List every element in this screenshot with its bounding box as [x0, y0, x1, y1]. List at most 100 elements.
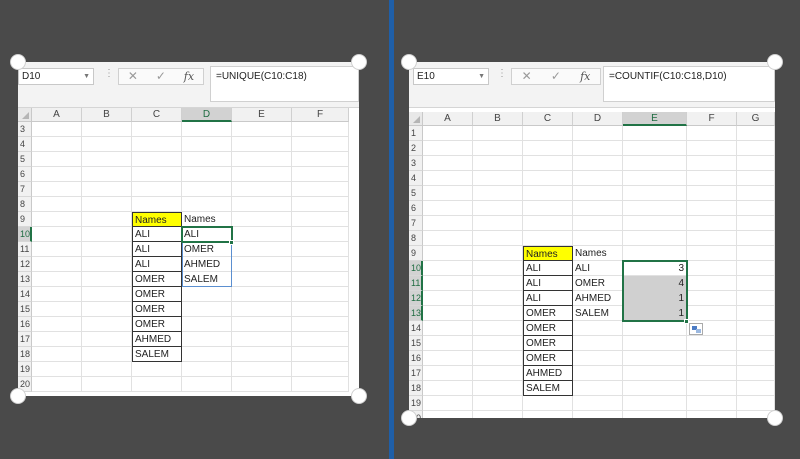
row-header-4[interactable]: 4 — [18, 137, 32, 152]
name-box[interactable]: D10 ▼ — [18, 68, 94, 85]
resize-handle-top-left[interactable] — [10, 54, 26, 70]
column-header-F[interactable]: F — [687, 112, 737, 126]
more-options-icon[interactable]: ⋮ — [497, 68, 507, 79]
resize-handle-bottom-right[interactable] — [351, 388, 367, 404]
unique-header-cell[interactable]: Names — [182, 212, 232, 227]
select-all-corner[interactable] — [18, 108, 32, 122]
row-header-3[interactable]: 3 — [409, 156, 423, 171]
source-name-cell[interactable]: OMER — [132, 317, 182, 332]
row-header-16[interactable]: 16 — [409, 351, 423, 366]
row-header-13[interactable]: 13 — [18, 272, 32, 287]
source-name-cell[interactable]: SALEM — [523, 381, 573, 396]
row-header-13[interactable]: 13 — [409, 306, 423, 321]
name-box[interactable]: E10 ▼ — [413, 68, 489, 85]
row-header-18[interactable]: 18 — [18, 347, 32, 362]
row-header-7[interactable]: 7 — [18, 182, 32, 197]
source-name-cell[interactable]: OMER — [132, 287, 182, 302]
row-header-11[interactable]: 11 — [409, 276, 423, 291]
formula-input[interactable]: =COUNTIF(C10:C18,D10) — [603, 66, 775, 102]
chevron-down-icon[interactable]: ▼ — [83, 69, 90, 84]
column-header-C[interactable]: C — [523, 112, 573, 126]
row-header-16[interactable]: 16 — [18, 317, 32, 332]
select-all-corner[interactable] — [409, 112, 423, 126]
resize-handle-top-right[interactable] — [767, 54, 783, 70]
row-header-14[interactable]: 14 — [409, 321, 423, 336]
row-header-10[interactable]: 10 — [409, 261, 423, 276]
row-header-12[interactable]: 12 — [409, 291, 423, 306]
row-header-4[interactable]: 4 — [409, 171, 423, 186]
resize-handle-top-left[interactable] — [401, 54, 417, 70]
names-header-cell[interactable]: Names — [523, 246, 573, 261]
source-name-cell[interactable]: AHMED — [132, 332, 182, 347]
row-header-6[interactable]: 6 — [18, 167, 32, 182]
column-header-A[interactable]: A — [32, 108, 82, 122]
column-header-F[interactable]: F — [292, 108, 349, 122]
source-name-cell[interactable]: OMER — [523, 336, 573, 351]
row-header-19[interactable]: 19 — [409, 396, 423, 411]
row-header-17[interactable]: 17 — [18, 332, 32, 347]
source-name-cell[interactable]: ALI — [523, 276, 573, 291]
resize-handle-bottom-right[interactable] — [767, 410, 783, 426]
enter-icon[interactable]: ✓ — [156, 69, 166, 84]
cancel-icon[interactable]: ✕ — [128, 69, 138, 84]
row-header-8[interactable]: 8 — [409, 231, 423, 246]
source-name-cell[interactable]: OMER — [523, 351, 573, 366]
source-name-cell[interactable]: ALI — [132, 227, 182, 242]
insert-function-icon[interactable]: fx — [184, 69, 194, 84]
unique-name-cell[interactable]: SALEM — [573, 306, 623, 321]
row-header-8[interactable]: 8 — [18, 197, 32, 212]
column-header-C[interactable]: C — [132, 108, 182, 122]
column-header-G[interactable]: G — [737, 112, 775, 126]
cancel-icon[interactable]: ✕ — [522, 69, 532, 84]
source-name-cell[interactable]: ALI — [132, 257, 182, 272]
unique-header-cell[interactable]: Names — [573, 246, 623, 261]
resize-handle-bottom-left[interactable] — [10, 388, 26, 404]
row-header-15[interactable]: 15 — [18, 302, 32, 317]
row-header-9[interactable]: 9 — [409, 246, 423, 261]
source-name-cell[interactable]: SALEM — [132, 347, 182, 362]
chevron-down-icon[interactable]: ▼ — [478, 69, 485, 84]
resize-handle-bottom-left[interactable] — [401, 410, 417, 426]
resize-handle-top-right[interactable] — [351, 54, 367, 70]
row-header-11[interactable]: 11 — [18, 242, 32, 257]
source-name-cell[interactable]: ALI — [523, 261, 573, 276]
enter-icon[interactable]: ✓ — [551, 69, 561, 84]
row-header-7[interactable]: 7 — [409, 216, 423, 231]
column-header-E[interactable]: E — [232, 108, 292, 122]
source-name-cell[interactable]: OMER — [523, 306, 573, 321]
row-header-6[interactable]: 6 — [409, 201, 423, 216]
formula-input[interactable]: =UNIQUE(C10:C18) — [210, 66, 359, 102]
column-header-D[interactable]: D — [573, 112, 623, 126]
unique-name-cell[interactable]: AHMED — [573, 291, 623, 306]
row-header-5[interactable]: 5 — [18, 152, 32, 167]
source-name-cell[interactable]: OMER — [132, 302, 182, 317]
source-name-cell[interactable]: ALI — [523, 291, 573, 306]
more-options-icon[interactable]: ⋮ — [104, 68, 114, 79]
unique-name-cell[interactable]: ALI — [573, 261, 623, 276]
row-header-19[interactable]: 19 — [18, 362, 32, 377]
fill-handle[interactable] — [229, 240, 234, 245]
row-header-15[interactable]: 15 — [409, 336, 423, 351]
column-header-B[interactable]: B — [82, 108, 132, 122]
row-header-1[interactable]: 1 — [409, 126, 423, 141]
column-header-D[interactable]: D — [182, 108, 232, 122]
insert-function-icon[interactable]: fx — [580, 69, 590, 84]
row-header-18[interactable]: 18 — [409, 381, 423, 396]
row-header-2[interactable]: 2 — [409, 141, 423, 156]
column-header-E[interactable]: E — [623, 112, 687, 126]
row-header-5[interactable]: 5 — [409, 186, 423, 201]
unique-name-cell[interactable]: OMER — [573, 276, 623, 291]
row-header-9[interactable]: 9 — [18, 212, 32, 227]
row-header-12[interactable]: 12 — [18, 257, 32, 272]
source-name-cell[interactable]: AHMED — [523, 366, 573, 381]
names-header-cell[interactable]: Names — [132, 212, 182, 227]
quick-analysis-icon[interactable] — [689, 323, 703, 335]
row-header-3[interactable]: 3 — [18, 122, 32, 137]
column-header-B[interactable]: B — [473, 112, 523, 126]
source-name-cell[interactable]: OMER — [132, 272, 182, 287]
row-header-17[interactable]: 17 — [409, 366, 423, 381]
row-header-10[interactable]: 10 — [18, 227, 32, 242]
source-name-cell[interactable]: OMER — [523, 321, 573, 336]
source-name-cell[interactable]: ALI — [132, 242, 182, 257]
row-header-14[interactable]: 14 — [18, 287, 32, 302]
